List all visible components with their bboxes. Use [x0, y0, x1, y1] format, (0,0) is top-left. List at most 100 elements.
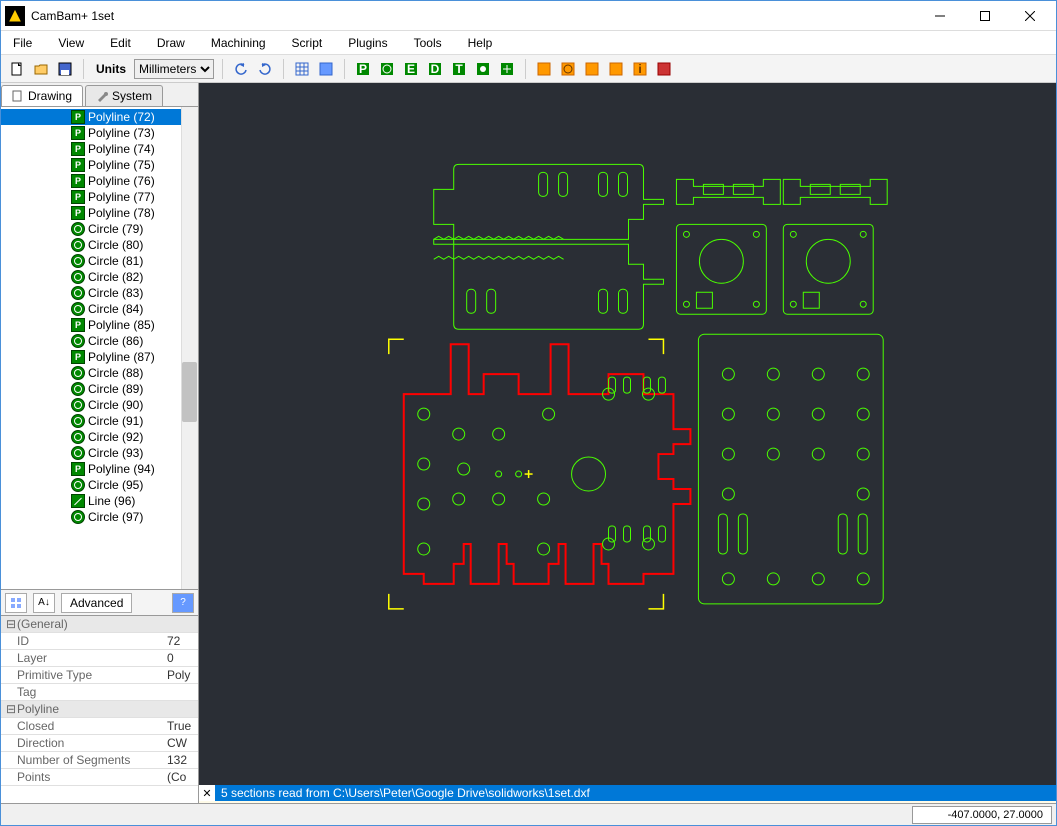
- tree-item[interactable]: Polyline (74): [1, 141, 198, 157]
- close-button[interactable]: [1007, 1, 1052, 31]
- menu-view[interactable]: View: [54, 34, 88, 52]
- circle-icon: [71, 430, 85, 444]
- drawing-canvas[interactable]: [199, 83, 1056, 785]
- tree-item[interactable]: Circle (84): [1, 301, 198, 317]
- tree-item[interactable]: Polyline (94): [1, 461, 198, 477]
- svg-text:P: P: [359, 62, 367, 76]
- help-icon[interactable]: ?: [172, 593, 194, 613]
- tree-item[interactable]: Polyline (76): [1, 173, 198, 189]
- circle-icon: [71, 334, 85, 348]
- tree-item-label: Circle (81): [88, 254, 143, 268]
- status-close-button[interactable]: ✕: [199, 785, 215, 801]
- grid-icon[interactable]: [292, 59, 312, 79]
- units-select[interactable]: Millimeters: [134, 59, 214, 79]
- tree-item[interactable]: Circle (80): [1, 237, 198, 253]
- property-row[interactable]: ClosedTrue: [1, 718, 198, 735]
- property-row[interactable]: DirectionCW: [1, 735, 198, 752]
- menu-file[interactable]: File: [9, 34, 36, 52]
- property-row[interactable]: Number of Segments132: [1, 752, 198, 769]
- tree-item[interactable]: Polyline (75): [1, 157, 198, 173]
- property-row[interactable]: Tag: [1, 684, 198, 701]
- menu-plugins[interactable]: Plugins: [344, 34, 391, 52]
- maximize-button[interactable]: [962, 1, 1007, 31]
- tree-item[interactable]: Polyline (73): [1, 125, 198, 141]
- tab-system[interactable]: System: [85, 85, 163, 106]
- menu-help[interactable]: Help: [464, 34, 497, 52]
- new-file-icon[interactable]: [7, 59, 27, 79]
- tree-item[interactable]: Polyline (87): [1, 349, 198, 365]
- property-value[interactable]: 132: [163, 753, 198, 767]
- tree-item[interactable]: Circle (82): [1, 269, 198, 285]
- property-toolbar: A↓ Advanced ?: [1, 589, 198, 615]
- tree-item[interactable]: Circle (89): [1, 381, 198, 397]
- tree-item[interactable]: Circle (93): [1, 445, 198, 461]
- tree-item[interactable]: Circle (79): [1, 221, 198, 237]
- property-row[interactable]: Points(Co: [1, 769, 198, 786]
- redo-icon[interactable]: [255, 59, 275, 79]
- tool-info-icon[interactable]: i: [630, 59, 650, 79]
- tree-item[interactable]: Circle (90): [1, 397, 198, 413]
- tool-stop-icon[interactable]: [654, 59, 674, 79]
- message-area: [199, 801, 1056, 803]
- menu-edit[interactable]: Edit: [106, 34, 135, 52]
- mop-text-icon[interactable]: T: [449, 59, 469, 79]
- property-row[interactable]: ID72: [1, 633, 198, 650]
- polyline-icon: [71, 174, 85, 188]
- tree-item[interactable]: Circle (83): [1, 285, 198, 301]
- tree-item[interactable]: Circle (91): [1, 413, 198, 429]
- tree-scrollbar-thumb[interactable]: [182, 362, 197, 422]
- mop-lathe-icon[interactable]: [497, 59, 517, 79]
- property-value[interactable]: 72: [163, 634, 198, 648]
- categorized-icon[interactable]: [5, 593, 27, 613]
- tree-item-label: Circle (80): [88, 238, 143, 252]
- toolbar-separator: [283, 59, 284, 79]
- mop-pocket-icon[interactable]: [377, 59, 397, 79]
- tree-item[interactable]: Circle (88): [1, 365, 198, 381]
- property-row[interactable]: Layer0: [1, 650, 198, 667]
- tool-nest-icon[interactable]: [606, 59, 626, 79]
- snap-icon[interactable]: [316, 59, 336, 79]
- property-value[interactable]: 0: [163, 651, 198, 665]
- property-value[interactable]: CW: [163, 736, 198, 750]
- object-tree[interactable]: Polyline (72)Polyline (73)Polyline (74)P…: [1, 107, 198, 589]
- open-file-icon[interactable]: [31, 59, 51, 79]
- property-value[interactable]: Poly: [163, 668, 198, 682]
- menu-machining[interactable]: Machining: [207, 34, 270, 52]
- line-icon: [71, 494, 85, 508]
- tree-item[interactable]: Circle (95): [1, 477, 198, 493]
- alphabetical-icon[interactable]: A↓: [33, 593, 55, 613]
- property-value[interactable]: (Co: [163, 770, 198, 784]
- undo-icon[interactable]: [231, 59, 251, 79]
- tree-item-label: Polyline (76): [88, 174, 155, 188]
- mop-drill-icon[interactable]: D: [425, 59, 445, 79]
- tab-drawing[interactable]: Drawing: [1, 85, 83, 106]
- tree-item[interactable]: Polyline (78): [1, 205, 198, 221]
- save-file-icon[interactable]: [55, 59, 75, 79]
- tree-item[interactable]: Polyline (85): [1, 317, 198, 333]
- mop-engrave-icon[interactable]: E: [401, 59, 421, 79]
- menu-draw[interactable]: Draw: [153, 34, 189, 52]
- tree-item[interactable]: Circle (81): [1, 253, 198, 269]
- tree-item[interactable]: Line (96): [1, 493, 198, 509]
- tool-regen-icon[interactable]: [558, 59, 578, 79]
- tree-item[interactable]: Circle (92): [1, 429, 198, 445]
- tree-item[interactable]: Polyline (77): [1, 189, 198, 205]
- tree-scrollbar[interactable]: [181, 107, 198, 589]
- mop-profile-icon[interactable]: P: [353, 59, 373, 79]
- tool-sim-icon[interactable]: [582, 59, 602, 79]
- tool-gcode-icon[interactable]: [534, 59, 554, 79]
- tree-item-label: Line (96): [88, 494, 135, 508]
- tree-item[interactable]: Polyline (72): [1, 109, 198, 125]
- polyline-icon: [71, 190, 85, 204]
- tree-item[interactable]: Circle (97): [1, 509, 198, 525]
- menu-tools[interactable]: Tools: [410, 34, 446, 52]
- minimize-button[interactable]: [917, 1, 962, 31]
- menu-script[interactable]: Script: [288, 34, 327, 52]
- property-value[interactable]: True: [163, 719, 198, 733]
- advanced-button[interactable]: Advanced: [61, 593, 132, 613]
- prop-header-polyline[interactable]: ⊟Polyline: [1, 701, 198, 718]
- property-row[interactable]: Primitive TypePoly: [1, 667, 198, 684]
- mop-3d-icon[interactable]: [473, 59, 493, 79]
- prop-header-general[interactable]: ⊟(General): [1, 616, 198, 633]
- tree-item[interactable]: Circle (86): [1, 333, 198, 349]
